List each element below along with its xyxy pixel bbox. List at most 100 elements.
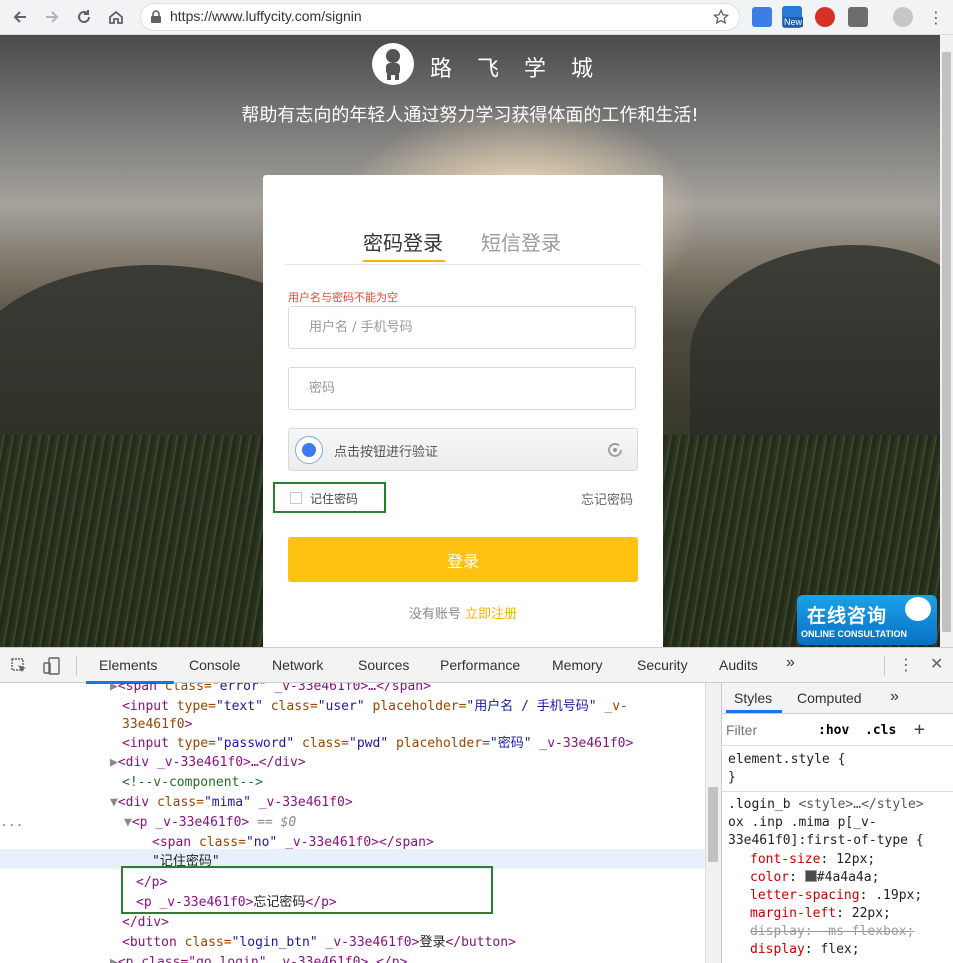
css-property-overridden[interactable]: display: -ms-flexbox; <box>750 923 914 941</box>
profile-icon[interactable] <box>893 7 913 27</box>
dom-tree[interactable]: ▶<span class="error" _v-33e461f0>…</span… <box>0 683 705 963</box>
tab-computed[interactable]: Computed <box>797 690 862 706</box>
rule-selector[interactable]: .login_b <style>…</style> <box>728 796 924 814</box>
add-rule-icon[interactable]: + <box>914 719 925 740</box>
color-swatch[interactable] <box>804 870 817 882</box>
node-menu-ellipsis[interactable]: ... <box>0 813 23 833</box>
divider <box>722 791 953 792</box>
dom-line[interactable]: </p> <box>136 873 167 893</box>
tab-elements[interactable]: Elements <box>99 657 157 673</box>
login-card: 密码登录 短信登录 用户名与密码不能为空 点击按钮进行验证 记住密码 忘记密码 … <box>263 175 663 647</box>
lock-icon <box>151 10 161 23</box>
username-input[interactable] <box>288 306 636 349</box>
dom-text-node[interactable]: "记住密码" <box>152 852 220 872</box>
no-account-text: 没有账号 <box>408 607 461 622</box>
translate-icon[interactable] <box>752 7 772 27</box>
devtools-toolbar: Elements Console Network Sources Perform… <box>0 647 953 684</box>
window-icon[interactable] <box>848 7 868 27</box>
device-toolbar-icon[interactable] <box>42 656 62 676</box>
error-message: 用户名与密码不能为空 <box>288 291 398 304</box>
chat-bubble-icon <box>905 597 931 621</box>
forward-arrow-icon[interactable] <box>40 5 64 29</box>
dom-comment[interactable]: <!--v-component--> <box>122 773 263 793</box>
toolbar-divider <box>884 656 885 676</box>
remember-password-highlight: 记住密码 <box>273 482 386 513</box>
tab-styles[interactable]: Styles <box>734 690 772 706</box>
styles-filter-input[interactable] <box>726 719 806 741</box>
tab-password-login[interactable]: 密码登录 <box>363 227 443 256</box>
dom-line[interactable]: ▶<div _v-33e461f0>…</div> <box>110 753 306 773</box>
dom-line[interactable]: ▼<div class="mima" _v-33e461f0> <box>110 793 353 813</box>
new-badge-label: New <box>783 17 804 27</box>
online-consultation-button[interactable]: 在线咨询 ONLINE CONSULTATION <box>797 595 937 645</box>
remember-checkbox[interactable] <box>290 492 302 504</box>
class-toggle[interactable]: .cls <box>865 723 896 738</box>
dom-line-selected[interactable]: ▼<p _v-33e461f0> == $0 <box>124 813 296 833</box>
css-property[interactable]: display: flex; <box>750 941 860 959</box>
dom-line[interactable]: <button class="login_btn" _v-33e461f0>登录… <box>122 933 516 953</box>
dom-scrollbar-thumb[interactable] <box>708 787 718 862</box>
reload-icon[interactable] <box>72 5 96 29</box>
dom-line[interactable]: <p _v-33e461f0>忘记密码</p> <box>136 893 337 913</box>
home-icon[interactable] <box>104 5 128 29</box>
bookmark-star-icon[interactable] <box>713 9 729 25</box>
tab-audits[interactable]: Audits <box>719 657 758 673</box>
captcha-label: 点击按钮进行验证 <box>334 445 439 460</box>
styles-pane: Styles Computed » :hov .cls + element.st… <box>721 683 953 963</box>
tab-sources[interactable]: Sources <box>358 657 409 673</box>
element-style-rule[interactable]: element.style { <box>728 751 845 769</box>
background-hill <box>690 245 940 445</box>
tab-divider <box>285 264 641 265</box>
register-link[interactable]: 立即注册 <box>465 607 517 622</box>
register-prompt: 没有账号 立即注册 <box>263 603 663 622</box>
dom-line[interactable]: 33e461f0> <box>122 715 192 735</box>
css-property[interactable]: letter-spacing: .19px; <box>750 887 922 905</box>
more-tabs-icon[interactable]: » <box>890 688 899 706</box>
slogan: 帮助有志向的年轻人通过努力学习获得体面的工作和生活! <box>241 105 699 126</box>
tab-security[interactable]: Security <box>637 657 688 673</box>
css-property[interactable]: margin-left: 22px; <box>750 905 891 923</box>
dom-line[interactable]: <input type="text" class="user" placehol… <box>122 697 628 717</box>
consult-label-cn: 在线咨询 <box>807 605 888 627</box>
dom-line[interactable]: ▶<span class="error" _v-33e461f0>…</span… <box>110 683 431 697</box>
dom-line[interactable]: <input type="password" class="pwd" place… <box>122 734 633 754</box>
tab-network[interactable]: Network <box>272 657 323 673</box>
luffy-logo-icon <box>372 43 414 85</box>
consult-label-en: ONLINE CONSULTATION <box>801 629 907 639</box>
css-property[interactable]: font-size: 12px; <box>750 851 875 869</box>
tab-console[interactable]: Console <box>189 657 240 673</box>
browser-toolbar: https://www.luffycity.com/signin New ⋮ <box>0 0 953 35</box>
tab-performance[interactable]: Performance <box>440 657 520 673</box>
inspect-element-icon[interactable] <box>10 657 28 675</box>
toolbar-divider <box>76 656 77 676</box>
css-property[interactable]: color: #4a4a4a; <box>750 869 879 887</box>
tab-sms-login[interactable]: 短信登录 <box>481 227 561 256</box>
refresh-icon[interactable] <box>605 440 625 460</box>
menu-kebab-icon[interactable]: ⋮ <box>928 8 944 27</box>
address-bar[interactable]: https://www.luffycity.com/signin <box>140 3 740 31</box>
dom-line[interactable]: ▶<p class="go_login" _v-33e461f0>…</p> <box>110 953 407 963</box>
page-scrollbar-thumb[interactable] <box>942 52 951 632</box>
remember-label[interactable]: 记住密码 <box>310 490 358 507</box>
styles-tabs: Styles Computed » <box>722 683 953 714</box>
close-devtools-icon[interactable]: ✕ <box>930 654 943 673</box>
tab-memory[interactable]: Memory <box>552 657 603 673</box>
captcha-verify-button[interactable]: 点击按钮进行验证 <box>288 428 638 471</box>
new-badge-icon[interactable]: New <box>782 6 804 28</box>
rule-selector-cont[interactable]: ox .inp .mima p[_v- <box>728 814 877 832</box>
login-button[interactable]: 登录 <box>288 537 638 582</box>
hover-state-toggle[interactable]: :hov <box>818 723 849 738</box>
url-text: https://www.luffycity.com/signin <box>170 8 362 24</box>
password-input[interactable] <box>288 367 636 410</box>
opera-icon[interactable] <box>815 7 835 27</box>
web-page: 路 飞 学 城 帮助有志向的年轻人通过努力学习获得体面的工作和生活! 密码登录 … <box>0 35 940 647</box>
back-arrow-icon[interactable] <box>8 5 32 29</box>
captcha-dot-icon <box>295 436 323 464</box>
forgot-password-link[interactable]: 忘记密码 <box>581 489 633 508</box>
dom-line[interactable]: <span class="no" _v-33e461f0></span> <box>152 833 434 853</box>
close-brace: } <box>728 770 736 785</box>
rule-selector-cont[interactable]: 33e461f0]:first-of-type { <box>728 832 924 850</box>
devtools-menu-icon[interactable]: ⋮ <box>898 655 914 674</box>
more-tabs-icon[interactable]: » <box>786 654 795 672</box>
dom-line[interactable]: </div> <box>122 913 169 933</box>
